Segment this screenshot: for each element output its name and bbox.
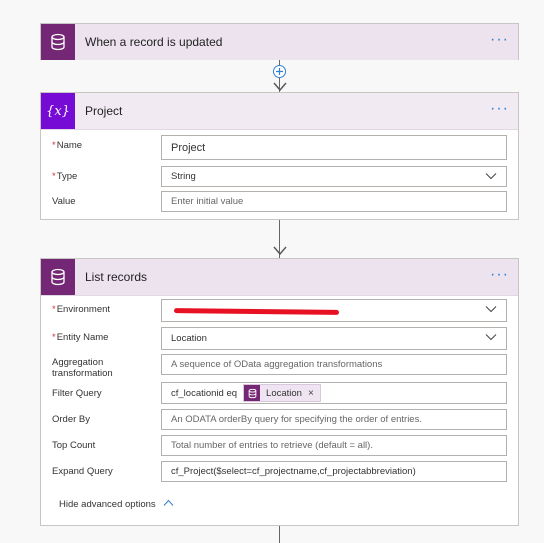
arrow-down-icon	[273, 82, 287, 92]
topcount-field[interactable]: Total number of entries to retrieve (def…	[161, 435, 507, 456]
dataverse-icon	[41, 24, 75, 60]
connector-line	[279, 526, 280, 543]
filter-row: Filter Query cf_locationid eq Location ×	[52, 382, 507, 406]
chevron-up-icon[interactable]	[163, 499, 174, 507]
dataverse-icon	[244, 385, 261, 401]
insert-step-icon[interactable]	[273, 65, 286, 78]
more-options-icon[interactable]: ···	[490, 32, 509, 48]
name-label: *Name	[52, 140, 83, 151]
chevron-down-icon	[485, 173, 497, 180]
value-field[interactable]: Enter initial value	[161, 191, 507, 212]
filter-label: Filter Query	[52, 388, 102, 399]
project-card-title: Project	[85, 104, 123, 118]
expand-row: Expand Query cf_Project($select=cf_proje…	[52, 461, 507, 485]
aggregation-row: Aggregation transformation A sequence of…	[52, 354, 507, 379]
dataverse-icon	[41, 259, 75, 295]
chevron-down-icon	[485, 334, 497, 341]
remove-token-icon[interactable]: ×	[308, 388, 314, 399]
token-label: Location	[266, 387, 302, 399]
project-card-header[interactable]: {x} Project ···	[41, 93, 518, 130]
trigger-card-header[interactable]: When a record is updated ···	[41, 24, 518, 60]
name-field[interactable]: Project	[161, 135, 507, 160]
filter-field[interactable]: cf_locationid eq Location ×	[161, 382, 507, 404]
aggregation-field[interactable]: A sequence of OData aggregation transfor…	[161, 354, 507, 375]
filter-text: cf_locationid eq	[171, 387, 238, 399]
aggregation-label: Aggregation transformation	[52, 357, 113, 379]
topcount-label: Top Count	[52, 440, 96, 451]
redaction-mark	[173, 308, 340, 315]
more-options-icon[interactable]: ···	[490, 267, 509, 283]
entity-label: *Entity Name	[52, 332, 109, 343]
entity-value: Location	[171, 333, 207, 344]
orderby-label: Order By	[52, 414, 91, 425]
trigger-title: When a record is updated	[85, 35, 223, 49]
environment-row: *Environment	[52, 299, 507, 323]
name-row: *Name Project	[52, 135, 507, 160]
expand-field[interactable]: cf_Project($select=cf_projectname,cf_pro…	[161, 461, 507, 482]
trigger-card[interactable]: When a record is updated ···	[40, 23, 519, 60]
expand-label: Expand Query	[52, 466, 113, 477]
project-card: {x} Project ··· *Name Project *Type Stri…	[40, 92, 519, 220]
chevron-down-icon	[485, 306, 497, 313]
orderby-row: Order By An ODATA orderBy query for spec…	[52, 409, 507, 433]
type-row: *Type String	[52, 166, 507, 190]
entity-row: *Entity Name Location	[52, 327, 507, 351]
list-records-header[interactable]: List records ···	[41, 259, 518, 296]
environment-dropdown[interactable]	[161, 299, 507, 322]
type-dropdown[interactable]: String	[161, 166, 507, 187]
environment-label: *Environment	[52, 304, 111, 315]
list-records-card: List records ··· *Environment *Entity Na…	[40, 258, 519, 526]
more-options-icon[interactable]: ···	[490, 101, 509, 117]
type-value: String	[171, 171, 196, 182]
hide-advanced-options-link[interactable]: Hide advanced options	[59, 499, 156, 510]
list-records-title: List records	[85, 270, 148, 284]
value-label: Value	[52, 196, 76, 207]
orderby-field[interactable]: An ODATA orderBy query for specifying th…	[161, 409, 507, 430]
entity-dropdown[interactable]: Location	[161, 327, 507, 350]
variable-icon: {x}	[41, 93, 75, 129]
arrow-down-icon	[273, 246, 287, 256]
type-label: *Type	[52, 171, 78, 182]
dynamic-content-token[interactable]: Location ×	[243, 384, 321, 402]
topcount-row: Top Count Total number of entries to ret…	[52, 435, 507, 459]
value-row: Value Enter initial value	[52, 191, 507, 215]
